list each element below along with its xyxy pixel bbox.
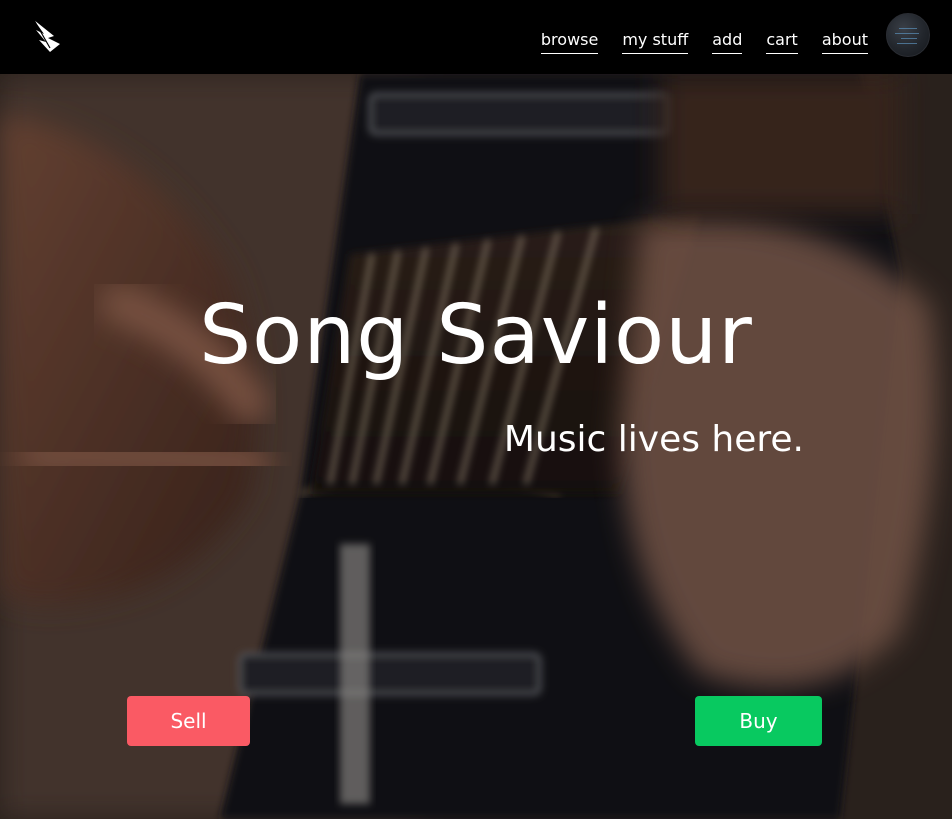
top-navbar: browse my stuff add cart about xyxy=(0,0,952,74)
main-nav: browse my stuff add cart about xyxy=(540,30,868,54)
hero-section: Song Saviour Music lives here. Sell Buy xyxy=(0,74,952,819)
nav-link-about[interactable]: about xyxy=(821,30,868,54)
nav-link-browse[interactable]: browse xyxy=(540,30,599,54)
buy-button[interactable]: Buy xyxy=(695,696,822,746)
hero-tagline: Music lives here. xyxy=(503,419,804,460)
sell-button[interactable]: Sell xyxy=(127,696,250,746)
nav-link-add[interactable]: add xyxy=(712,30,743,54)
nav-link-my-stuff[interactable]: my stuff xyxy=(622,30,689,54)
winged-logo-icon[interactable] xyxy=(30,18,64,56)
nav-link-cart[interactable]: cart xyxy=(766,30,798,54)
user-avatar[interactable] xyxy=(886,13,930,57)
hero-title: Song Saviour xyxy=(199,288,753,383)
